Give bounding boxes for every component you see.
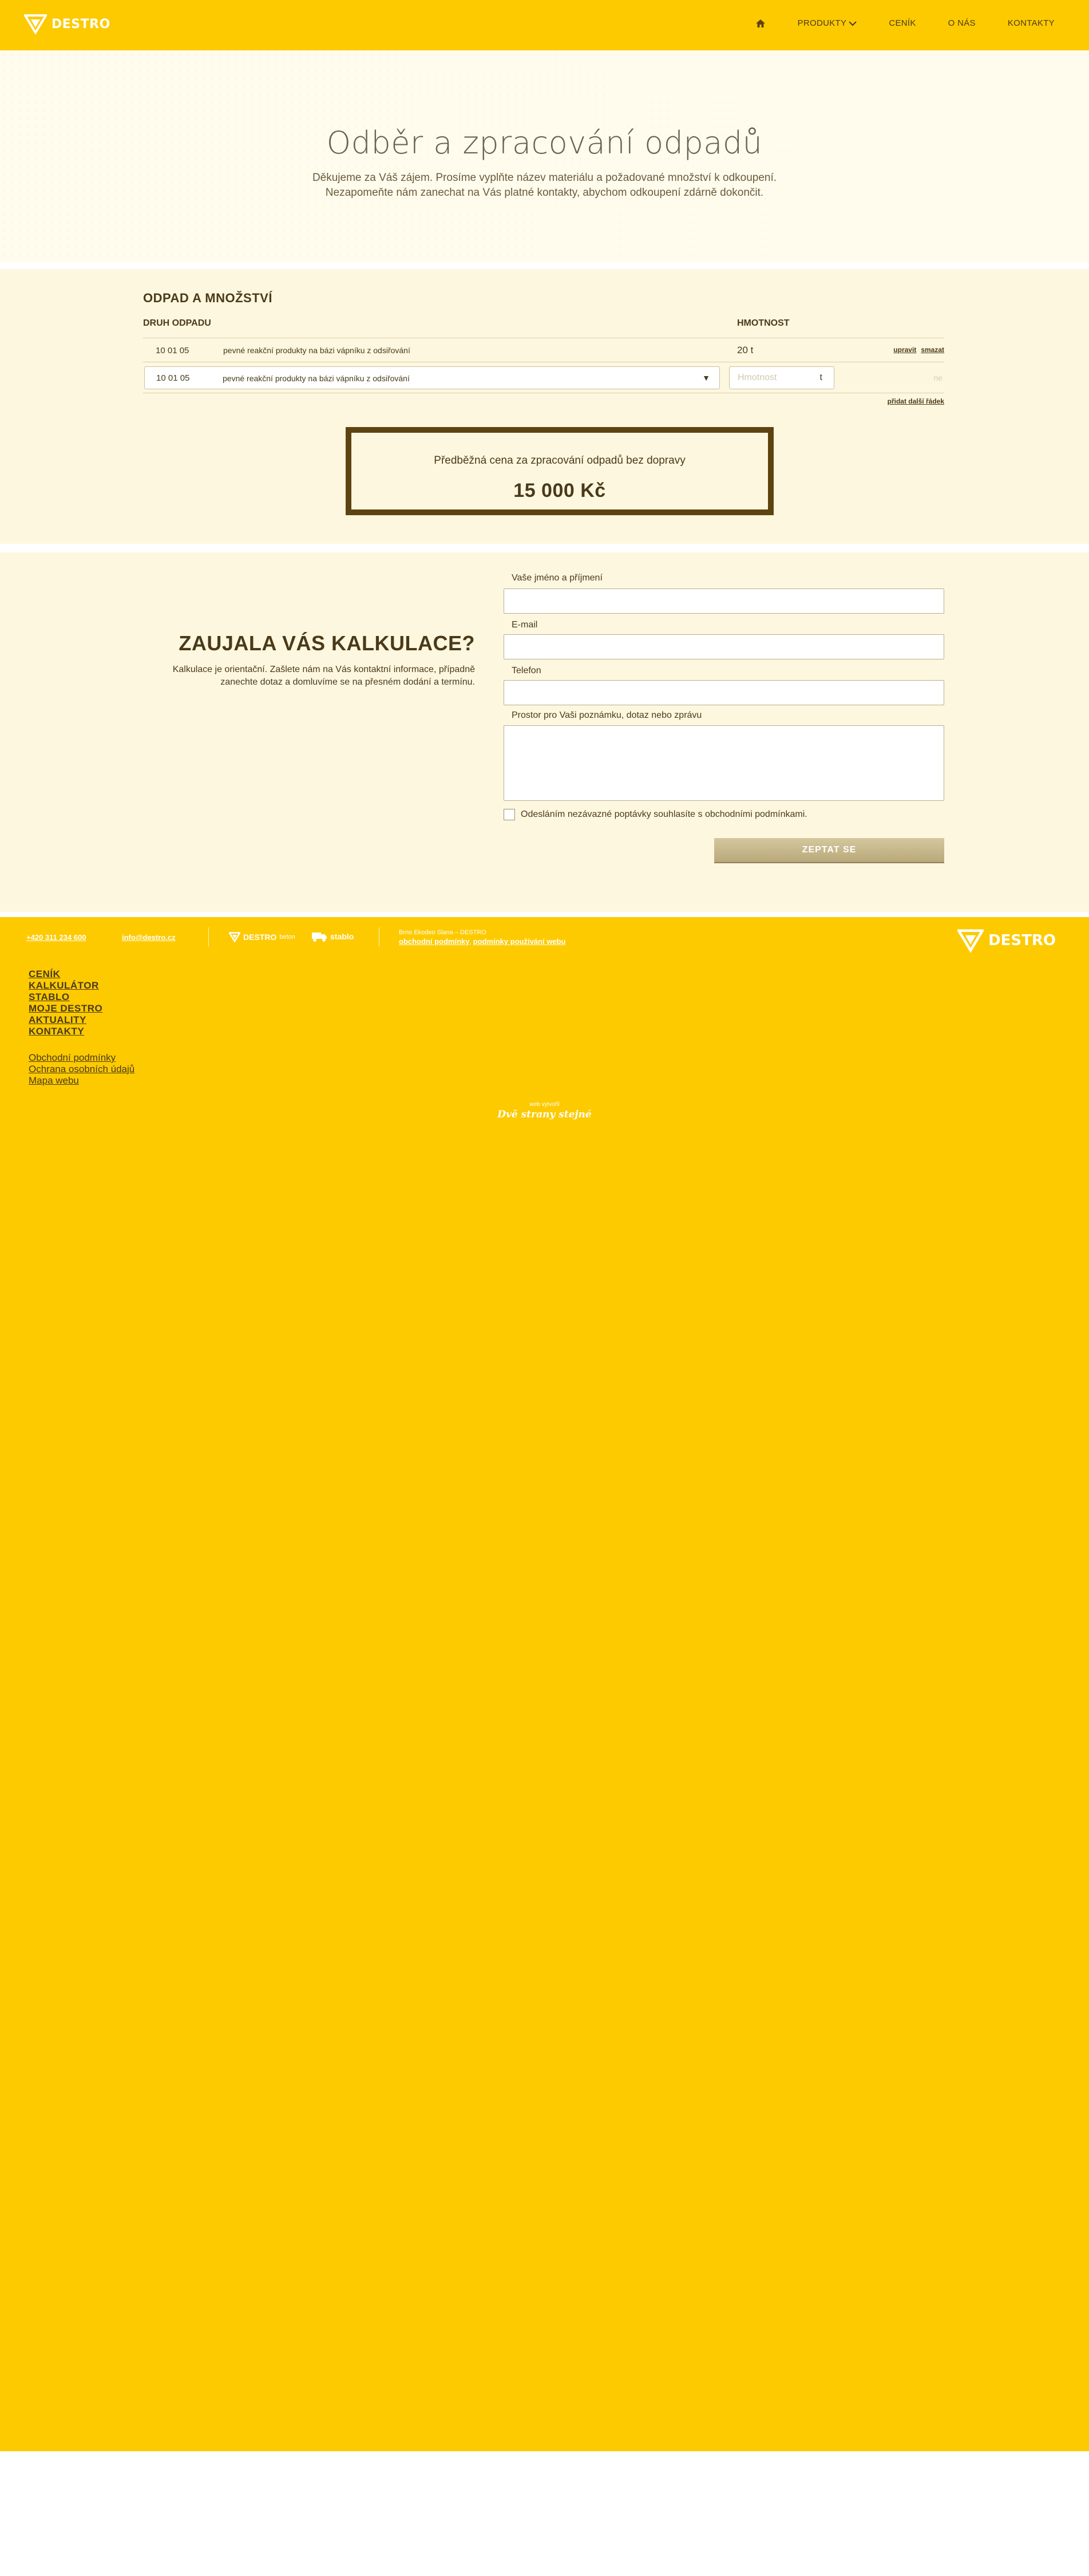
destro-logo-icon (957, 929, 984, 953)
footer-logo[interactable]: DESTRO (957, 929, 1056, 953)
name-input[interactable] (504, 588, 944, 614)
footer-submenu: Obchodní podmínky Ochrana osobních údajů… (29, 1052, 134, 1086)
caret-down-icon: ▼ (702, 373, 710, 382)
home-nav-button[interactable] (755, 19, 766, 28)
inquiry-title: ZAUJALA VÁS KALKULACE? (179, 631, 475, 655)
column-header-type: DRUH ODPADU (143, 318, 211, 328)
destro-logo[interactable]: DESTRO (24, 14, 110, 34)
consent-label: Odesláním nezávazné poptávky souhlasíte … (521, 809, 807, 819)
waste-type-select[interactable]: 10 01 05 pevné reakční produkty na bázi … (144, 366, 720, 389)
hero-section: Odběr a zpracování odpadů Děkujeme za Vá… (0, 50, 1089, 262)
select-waste-code: 10 01 05 (156, 373, 190, 383)
nav-cenik[interactable]: CENÍK (889, 18, 916, 28)
nav-kontakty[interactable]: KONTAKTY (1008, 18, 1055, 28)
nav-produkty-label: PRODUKTY (797, 18, 847, 28)
row-weight: 20 t (737, 345, 754, 355)
footer-legal-links: obchodní podmínky, podmínky používání we… (399, 937, 566, 946)
destro-logo-icon (229, 932, 240, 942)
note-label: Prostor pro Vaši poznámku, dotaz nebo zp… (512, 710, 702, 720)
price-label: Předběžná cena za zpracování odpadů bez … (434, 455, 686, 467)
footer-menu: CENÍK KALKULÁTOR STABLO MOJE DESTRO AKTU… (29, 969, 102, 1037)
footer-brand1-text: DESTRO (243, 933, 277, 942)
footer-terms-link[interactable]: obchodní podmínky (399, 937, 470, 946)
consent-checkbox[interactable] (504, 809, 515, 820)
main-nav: PRODUKTY CENÍK O NÁS KONTAKTY (755, 18, 1055, 28)
hero-subtitle-line2: Nezapomeňte nám zanechat na Vás platné k… (325, 187, 764, 199)
site-header: DESTRO PRODUKTY CENÍK O NÁS KONTAKTY (0, 0, 1089, 50)
destro-logo-icon (24, 14, 47, 34)
nav-produkty[interactable]: PRODUKTY (798, 18, 857, 28)
edit-row-link[interactable]: upravit (893, 346, 916, 354)
delete-row-link[interactable]: smazat (921, 346, 944, 354)
footer-menu-moje-destro[interactable]: MOJE DESTRO (29, 1003, 102, 1014)
weight-field: t (729, 366, 834, 389)
footer-menu-kalkulator[interactable]: KALKULÁTOR (29, 980, 102, 991)
phone-input[interactable] (504, 680, 944, 705)
weight-unit: t (819, 373, 822, 382)
remove-row-button[interactable]: ne (933, 373, 943, 382)
row-waste-name: pevné reakční produkty na bázi vápníku z… (223, 346, 410, 355)
submit-button[interactable]: ZEPTAT SE (714, 838, 944, 862)
footer-credit-small: web vytvořil (529, 1101, 560, 1108)
footer-brand1-suffix: beton (279, 934, 295, 941)
select-waste-name: pevné reakční produkty na bázi vápníku z… (223, 374, 410, 383)
site-footer: +420 311 234 600 info@destro.cz DESTRO b… (0, 917, 1089, 2451)
footer-credit[interactable]: web vytvořil Dvě strany stejné (0, 1101, 1089, 1120)
footer-copyright: Brno Ekodeo Slana – DESTRO obchodní podm… (399, 929, 565, 947)
weight-input[interactable] (738, 370, 812, 385)
column-header-weight: HMOTNOST (737, 318, 790, 328)
footer-usage-link[interactable]: podmínky používání webu (473, 937, 566, 946)
calculator-section: ODPAD A MNOŽSTVÍ DRUH ODPADU HMOTNOST 10… (0, 269, 1089, 544)
row-waste-code: 10 01 05 (156, 346, 189, 355)
add-row-link[interactable]: přidat další řádek (888, 397, 944, 405)
footer-copyright-text: Brno Ekodeo Slana – DESTRO (399, 929, 486, 936)
footer-menu-aktuality[interactable]: AKTUALITY (29, 1014, 102, 1026)
home-icon (755, 19, 765, 27)
footer-link-sitemap[interactable]: Mapa webu (29, 1075, 134, 1086)
footer-credit-big: Dvě strany stejné (497, 1109, 592, 1120)
name-label: Vaše jméno a příjmení (512, 573, 603, 583)
footer-email-link[interactable]: info@destro.cz (122, 933, 176, 942)
page-title: Odběr a zpracování odpadů (326, 125, 763, 161)
chevron-down-icon (849, 21, 857, 26)
footer-menu-stablo[interactable]: STABLO (29, 991, 102, 1003)
price-box: Předběžná cena za zpracování odpadů bez … (346, 427, 774, 515)
section-divider (0, 262, 1089, 269)
footer-link-privacy[interactable]: Ochrana osobních údajů (29, 1064, 134, 1075)
hero-subtitle: Děkujeme za Váš zájem. Prosíme vyplňte n… (0, 171, 1089, 200)
footer-brand2-text: stablo (330, 932, 354, 941)
footer-stablo-link[interactable]: stablo (311, 931, 354, 942)
section-divider (0, 544, 1089, 552)
section-divider (0, 912, 1089, 917)
truck-icon (312, 933, 327, 942)
email-input[interactable] (504, 634, 944, 659)
calculator-title: ODPAD A MNOŽSTVÍ (143, 291, 272, 305)
footer-logo-text: DESTRO (988, 932, 1056, 949)
phone-label: Telefon (512, 666, 541, 675)
consent-row: Odesláním nezávazné poptávky souhlasíte … (504, 809, 807, 820)
footer-destro-beton-link[interactable]: DESTRO beton (229, 932, 295, 942)
footer-separator (208, 927, 209, 947)
inquiry-text: Kalkulace je orientační. Zašlete nám na … (172, 665, 475, 687)
footer-menu-kontakty[interactable]: KONTAKTY (29, 1026, 102, 1037)
row-actions: upravit smazat (893, 346, 944, 354)
footer-menu-cenik[interactable]: CENÍK (29, 969, 102, 980)
nav-o-nas[interactable]: O NÁS (948, 18, 976, 28)
footer-link-terms[interactable]: Obchodní podmínky (29, 1052, 134, 1064)
inquiry-section: ZAUJALA VÁS KALKULACE? Kalkulace je orie… (0, 552, 1089, 912)
footer-phone-link[interactable]: +420 311 234 600 (26, 933, 86, 942)
email-label: E-mail (512, 620, 538, 630)
hero-subtitle-line1: Děkujeme za Váš zájem. Prosíme vyplňte n… (312, 172, 777, 184)
price-value: 15 000 Kč (513, 480, 606, 501)
logo-text: DESTRO (52, 17, 110, 31)
note-textarea[interactable] (504, 725, 944, 801)
